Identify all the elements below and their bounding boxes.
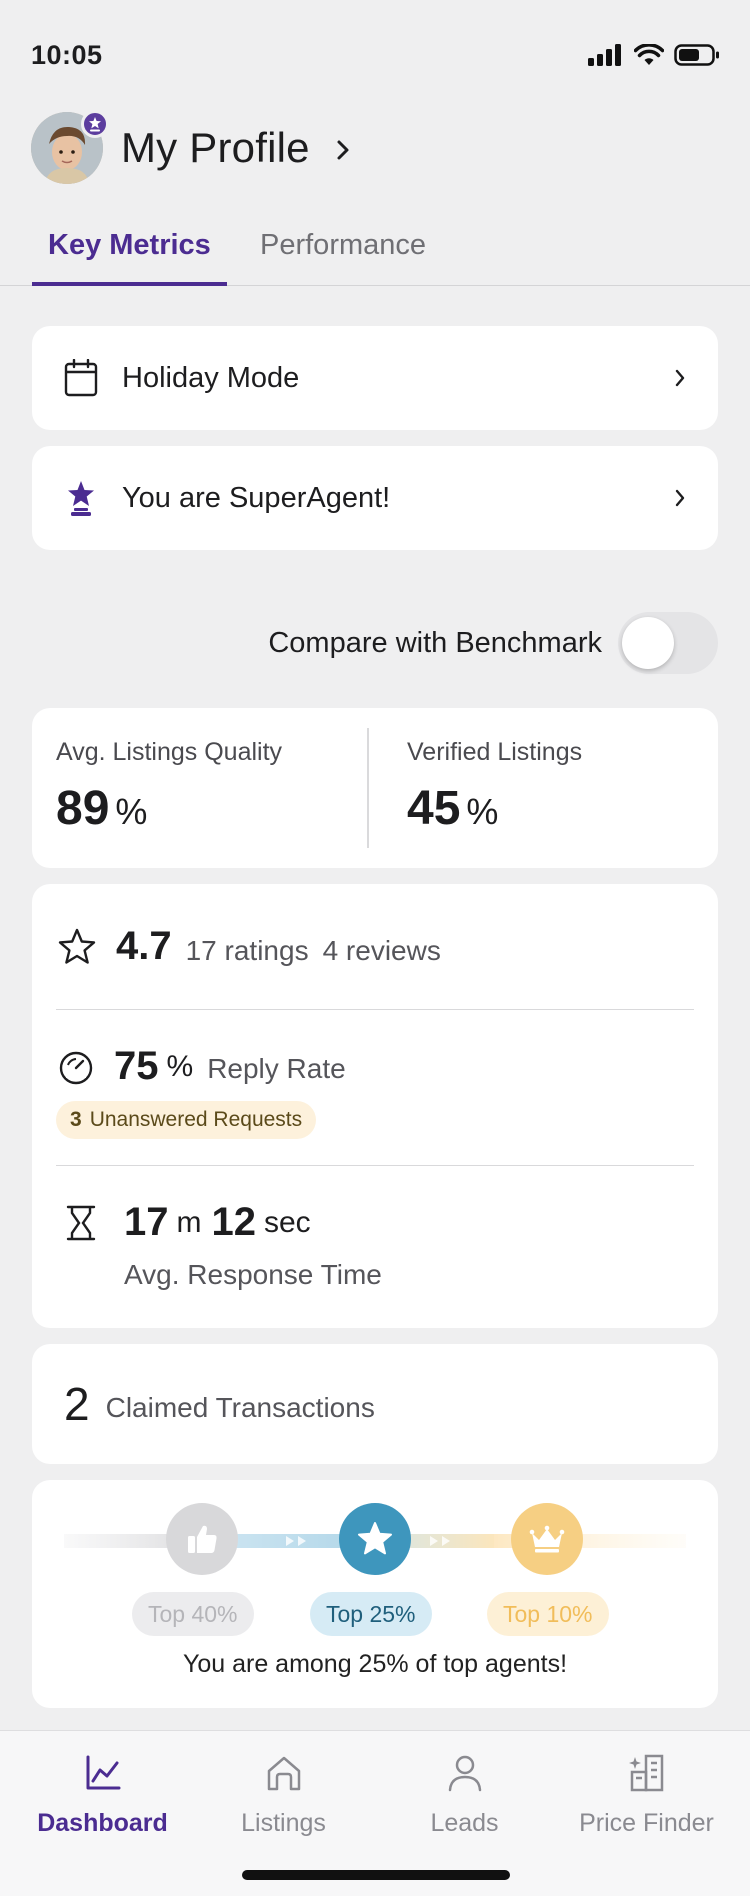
unanswered-label: Unanswered Requests xyxy=(89,1108,303,1131)
chevron-right-icon xyxy=(675,489,685,507)
chevron-right-icon xyxy=(675,369,685,387)
agent-tier-card: Top 40% Top 25% Top 10% You are among 25… xyxy=(32,1480,718,1708)
performance-summary-card: 4.7 17 ratings 4 reviews 75 % Reply Rate… xyxy=(32,884,718,1328)
claimed-count: 2 xyxy=(64,1378,90,1430)
calendar-icon xyxy=(64,359,98,397)
home-icon xyxy=(267,1756,300,1791)
thumbs-up-icon xyxy=(188,1525,217,1553)
nav-dashboard[interactable]: Dashboard xyxy=(9,1745,196,1838)
tier-top25-node xyxy=(339,1503,411,1575)
listings-quality-value: 89 xyxy=(56,782,110,835)
rating-row[interactable]: 4.7 17 ratings 4 reviews xyxy=(56,884,694,1010)
response-minutes: 17 xyxy=(124,1200,169,1244)
tab-bar: Key Metrics Performance xyxy=(0,222,750,286)
percent-unit: % xyxy=(166,1049,194,1083)
bottom-nav: Dashboard Listings Leads Price Finder xyxy=(0,1730,750,1896)
page-title[interactable]: My Profile xyxy=(121,124,310,172)
compare-benchmark-label: Compare with Benchmark xyxy=(268,626,602,659)
percent-unit: % xyxy=(466,791,499,832)
rating-value: 4.7 xyxy=(116,924,172,968)
chevron-right-icon[interactable] xyxy=(336,139,350,161)
response-seconds: 12 xyxy=(211,1200,257,1244)
chart-line-icon xyxy=(86,1755,120,1790)
star-icon xyxy=(358,1522,392,1555)
response-time-label: Avg. Response Time xyxy=(124,1259,382,1290)
battery-icon xyxy=(674,44,719,66)
claimed-label: Claimed Transactions xyxy=(105,1392,375,1423)
nav-price-finder-label: Price Finder xyxy=(579,1809,714,1837)
tier-top25-pill: Top 25% xyxy=(310,1592,432,1636)
tier-top40-pill: Top 40% xyxy=(132,1592,254,1636)
status-icons xyxy=(588,44,720,66)
listings-metrics-card: Avg. Listings Quality 89% Verified Listi… xyxy=(32,708,718,868)
holiday-mode-item[interactable]: Holiday Mode xyxy=(32,326,718,430)
superagent-label: You are SuperAgent! xyxy=(122,481,391,514)
nav-listings-label: Listings xyxy=(241,1809,326,1837)
verified-listings-metric: Verified Listings 45% xyxy=(367,728,718,848)
reply-rate-row[interactable]: 75 % Reply Rate 3 Unanswered Requests xyxy=(56,1010,694,1166)
nav-price-finder[interactable]: Price Finder xyxy=(553,1745,740,1838)
person-icon xyxy=(448,1755,481,1792)
wifi-icon xyxy=(634,44,664,65)
avatar[interactable] xyxy=(31,110,109,184)
nav-listings[interactable]: Listings xyxy=(190,1745,377,1838)
tier-top10-pill: Top 10% xyxy=(487,1592,609,1636)
speedometer-icon xyxy=(59,1051,93,1084)
reply-rate-label: Reply Rate xyxy=(207,1052,346,1084)
claimed-transactions-card[interactable]: 2 Claimed Transactions xyxy=(32,1344,718,1464)
tab-key-metrics[interactable]: Key Metrics xyxy=(32,228,227,286)
tier-caption: You are among 25% of top agents! xyxy=(182,1650,568,1678)
hourglass-icon xyxy=(66,1205,96,1240)
reply-rate-value: 75 xyxy=(114,1044,159,1088)
nav-leads[interactable]: Leads xyxy=(371,1745,558,1838)
superagent-badge-icon xyxy=(81,110,109,138)
toggle-knob xyxy=(622,617,674,669)
listings-quality-label: Avg. Listings Quality xyxy=(56,738,283,766)
nav-dashboard-label: Dashboard xyxy=(37,1809,168,1837)
verified-listings-label: Verified Listings xyxy=(407,738,583,766)
seconds-unit: sec xyxy=(264,1205,311,1239)
response-time-row: 17 m 12 sec Avg. Response Time xyxy=(56,1166,694,1291)
minutes-unit: m xyxy=(176,1205,202,1239)
status-time: 10:05 xyxy=(31,40,103,70)
reviews-count: 4 reviews xyxy=(322,934,441,966)
holiday-mode-label: Holiday Mode xyxy=(122,361,300,394)
profile-header[interactable]: My Profile xyxy=(31,110,350,186)
crown-icon xyxy=(529,1525,565,1553)
ratings-count: 17 ratings xyxy=(185,934,309,966)
unanswered-count: 3 xyxy=(70,1108,82,1131)
compare-benchmark-row: Compare with Benchmark xyxy=(268,612,718,674)
cellular-signal-icon xyxy=(588,44,621,66)
home-indicator xyxy=(242,1870,510,1880)
verified-listings-value: 45 xyxy=(407,782,461,835)
star-outline-icon xyxy=(58,928,96,964)
status-bar: 10:05 xyxy=(0,0,750,100)
tab-performance[interactable]: Performance xyxy=(244,228,442,286)
nav-leads-label: Leads xyxy=(430,1809,499,1837)
tier-top10-node xyxy=(511,1503,583,1575)
superagent-item[interactable]: You are SuperAgent! xyxy=(32,446,718,550)
compare-benchmark-toggle[interactable] xyxy=(618,612,718,674)
superagent-trophy-icon xyxy=(68,481,94,516)
tier-top40-node xyxy=(166,1503,238,1575)
unanswered-requests-badge[interactable]: 3 Unanswered Requests xyxy=(56,1101,317,1139)
listings-quality-metric: Avg. Listings Quality 89% xyxy=(32,708,367,868)
building-sparkle-icon xyxy=(628,1754,663,1792)
percent-unit: % xyxy=(115,791,148,832)
